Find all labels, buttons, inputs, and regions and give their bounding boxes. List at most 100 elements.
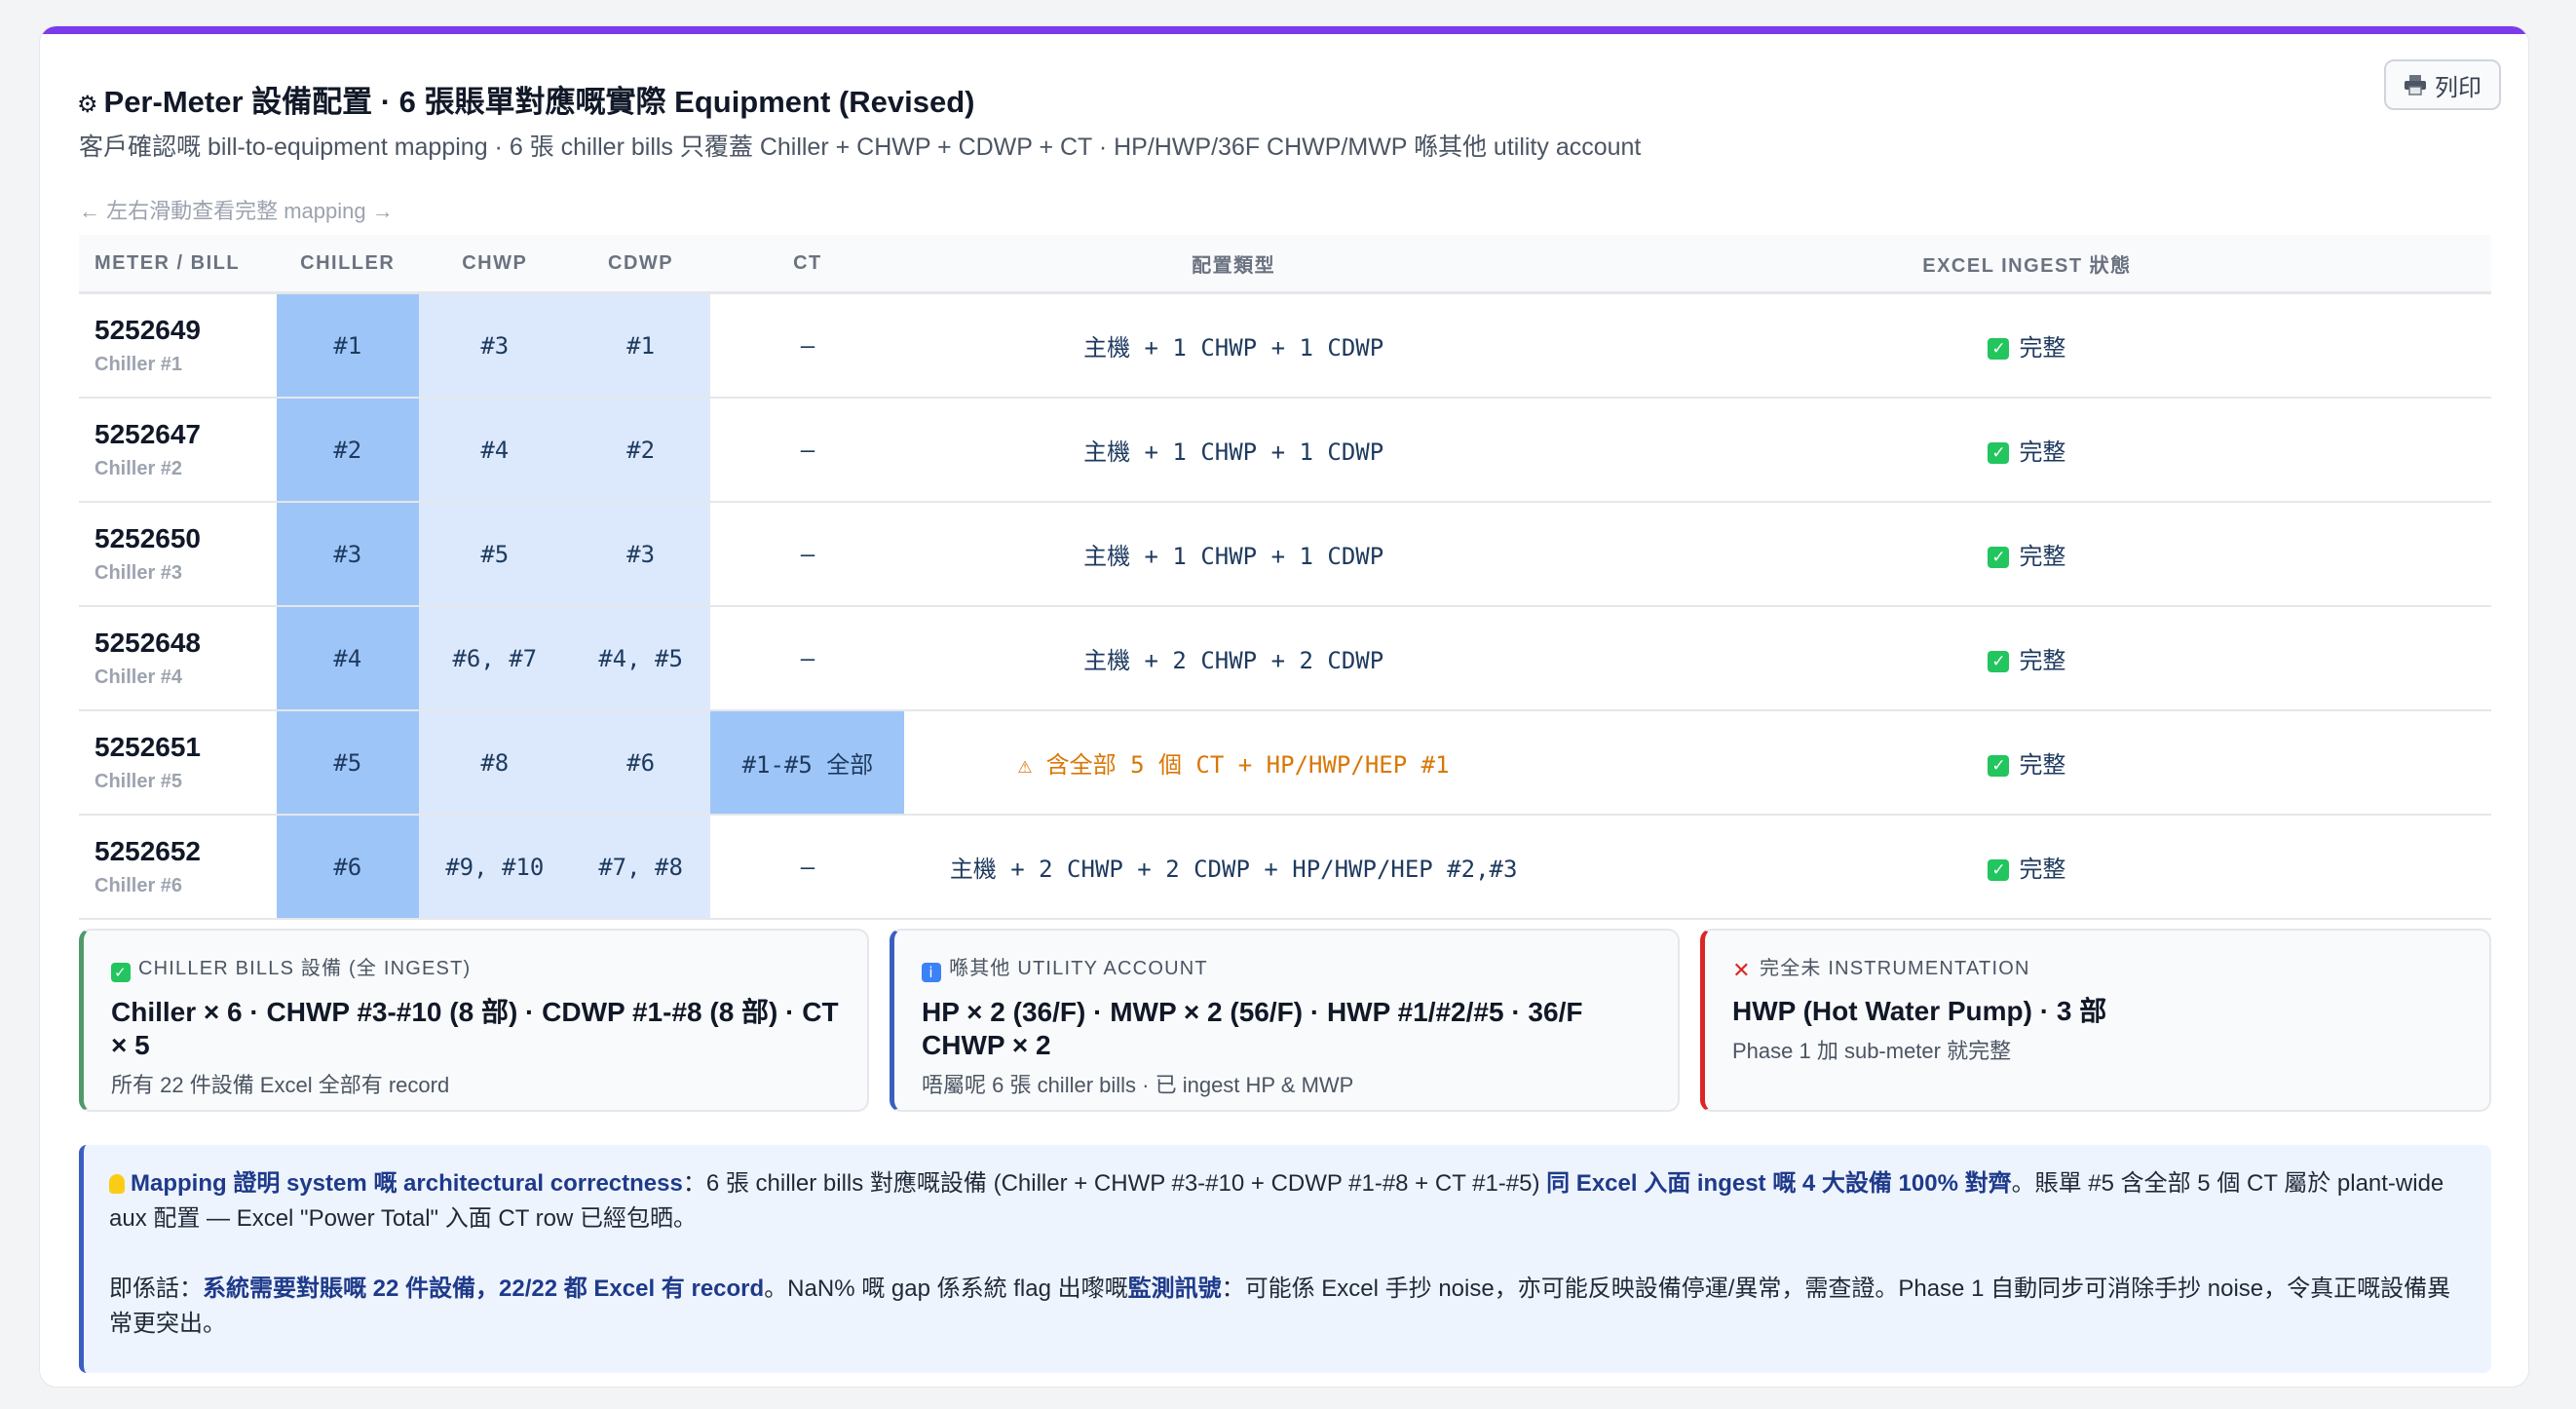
check-icon: ✓ — [1988, 859, 2010, 881]
meter-id: 5252647 — [95, 419, 202, 449]
status-label: 完整 — [2019, 334, 2066, 362]
insight-note: Mapping 證明 system 嘅 architectural correc… — [79, 1145, 2491, 1373]
cdwp-cell: #3 — [570, 502, 711, 607]
meter-label: Chiller #5 — [95, 771, 183, 792]
note-text-1: ：6 張 chiller bills 對應嘅設備 (Chiller + CHWP… — [682, 1170, 1547, 1197]
col-header-ct: CT — [710, 235, 905, 294]
status-label: 完整 — [2019, 647, 2066, 674]
chiller-cell: #6 — [276, 815, 419, 920]
legend-other-account: i 喺其他 UTILITY ACCOUNT HP × 2 (36/F) · MWP… — [890, 929, 1680, 1112]
ct-cell: — — [710, 606, 905, 711]
legend-none-head-text: 完全未 INSTRUMENTATION — [1760, 958, 2030, 979]
legend-ingested-head-text: CHILLER BILLS 設備 (全 INGEST) — [138, 958, 472, 979]
legend-no-instrumentation: ✕ 完全未 INSTRUMENTATION HWP (Hot Water Pump… — [1700, 929, 2491, 1112]
status-label: 完整 — [2019, 543, 2066, 570]
chwp-cell: #4 — [418, 398, 571, 503]
cdwp-cell: #1 — [570, 292, 711, 399]
cdwp-cell: #2 — [570, 398, 711, 503]
legend-ingested-head: ✓ CHILLER BILLS 設備 (全 INGEST) — [111, 952, 840, 982]
meter-cell: 5252647 Chiller #2 — [79, 398, 277, 503]
printer-icon — [2405, 75, 2426, 95]
note-bold-2: 同 Excel 入面 ingest 嘅 4 大設備 100% 對齊 — [1546, 1170, 2012, 1197]
config-cell: 主機 + 1 CHWP + 1 CDWP — [904, 398, 1563, 503]
config-cell-warning: ⚠ 含全部 5 個 CT + HP/HWP/HEP #1 — [904, 710, 1563, 816]
col-header-cdwp: CDWP — [570, 235, 711, 294]
mapping-table[interactable]: METER / BILL CHILLER CHWP CDWP CT 配置類型 E… — [79, 235, 2491, 920]
meter-cell: 5252650 Chiller #3 — [79, 502, 277, 607]
ct-cell: — — [710, 398, 905, 503]
table-row: 5252651 Chiller #5 #5 #8 #6 #1-#5 全部 ⚠ 含全… — [79, 710, 2491, 816]
meter-label: Chiller #1 — [95, 354, 183, 375]
meter-cell: 5252648 Chiller #4 — [79, 606, 277, 711]
legend-ingested: ✓ CHILLER BILLS 設備 (全 INGEST) Chiller × 6… — [79, 929, 869, 1112]
chwp-cell: #6, #7 — [418, 606, 571, 711]
check-icon: ✓ — [1988, 755, 2010, 777]
meter-cell: 5252649 Chiller #1 — [79, 292, 277, 399]
status-cell: ✓ 完整 — [1562, 502, 2491, 607]
status-label: 完整 — [2019, 751, 2066, 779]
config-cell: 主機 + 1 CHWP + 1 CDWP — [904, 502, 1563, 607]
status-cell: ✓ 完整 — [1562, 606, 2491, 711]
meter-cell: 5252652 Chiller #6 — [79, 815, 277, 920]
page-title: ⚙ Per-Meter 設備配置 · 6 張賬單對應嘅實際 Equipment (… — [77, 77, 974, 121]
ct-cell: #1-#5 全部 — [710, 710, 905, 816]
legend-other-head-text: 喺其他 UTILITY ACCOUNT — [949, 958, 1208, 979]
chwp-cell: #9, #10 — [418, 815, 571, 920]
col-header-meter: METER / BILL — [79, 235, 277, 294]
page-subtitle: 客戶確認嘅 bill-to-equipment mapping · 6 張 ch… — [79, 133, 1642, 161]
note-prefix: 即係話： — [109, 1276, 203, 1302]
table-row: 5252650 Chiller #3 #3 #5 #3 — 主機 + 1 CHWP… — [79, 502, 2491, 607]
legend-ingested-main: Chiller × 6 · CHWP #3-#10 (8 部) · CDWP #… — [111, 997, 839, 1060]
meter-id: 5252651 — [95, 732, 202, 762]
status-cell: ✓ 完整 — [1562, 292, 2491, 399]
check-icon: ✓ — [111, 963, 131, 982]
chiller-cell: #1 — [276, 292, 419, 399]
chiller-cell: #4 — [276, 606, 419, 711]
legend-other-head: i 喺其他 UTILITY ACCOUNT — [922, 952, 1650, 982]
legend-other-sub: 唔屬呢 6 張 chiller bills · 已 ingest HP & MW… — [922, 1073, 1354, 1097]
meter-id: 5252648 — [95, 628, 202, 658]
status-label: 完整 — [2019, 856, 2066, 883]
scroll-hint: ← 左右滑動查看完整 mapping → — [79, 199, 394, 223]
chwp-cell: #5 — [418, 502, 571, 607]
meter-label: Chiller #4 — [95, 666, 183, 688]
note-bold-3: 系統需要對賬嘅 22 件設備，22/22 都 Excel 有 record — [203, 1276, 765, 1302]
meter-label: Chiller #3 — [95, 562, 183, 584]
note-text-3: 。NaN% 嘅 gap 係系統 flag 出嚟嘅 — [764, 1276, 1128, 1302]
table-row: 5252649 Chiller #1 #1 #3 #1 — 主機 + 1 CHWP… — [79, 292, 2491, 399]
note-paragraph-1: Mapping 證明 system 嘅 architectural correc… — [109, 1166, 2466, 1237]
col-header-chiller: CHILLER — [276, 235, 419, 294]
legend-none-sub: Phase 1 加 sub-meter 就完整 — [1732, 1039, 2012, 1063]
table-row: 5252652 Chiller #6 #6 #9, #10 #7, #8 — 主機… — [79, 815, 2491, 920]
note-paragraph-2: 即係話：系統需要對賬嘅 22 件設備，22/22 都 Excel 有 recor… — [109, 1272, 2466, 1342]
status-cell: ✓ 完整 — [1562, 710, 2491, 816]
cdwp-cell: #4, #5 — [570, 606, 711, 711]
cdwp-cell: #6 — [570, 710, 711, 816]
cross-icon: ✕ — [1732, 959, 1752, 983]
ct-cell: — — [710, 502, 905, 607]
chiller-cell: #5 — [276, 710, 419, 816]
cdwp-cell: #7, #8 — [570, 815, 711, 920]
info-icon: i — [922, 963, 941, 982]
table-header-row: METER / BILL CHILLER CHWP CDWP CT 配置類型 E… — [79, 235, 2491, 294]
status-cell: ✓ 完整 — [1562, 398, 2491, 503]
chiller-cell: #2 — [276, 398, 419, 503]
config-cell: 主機 + 1 CHWP + 1 CDWP — [904, 292, 1563, 399]
print-button[interactable]: 列印 — [2384, 59, 2501, 110]
gear-icon: ⚙ — [77, 92, 98, 118]
meter-id: 5252649 — [95, 315, 202, 345]
equipment-mapping-card: ⚙ Per-Meter 設備配置 · 6 張賬單對應嘅實際 Equipment (… — [39, 25, 2529, 1388]
meter-label: Chiller #6 — [95, 875, 183, 896]
note-bold-1: Mapping 證明 system 嘅 architectural correc… — [131, 1170, 683, 1197]
chwp-cell: #8 — [418, 710, 571, 816]
page-title-text: Per-Meter 設備配置 · 6 張賬單對應嘅實際 Equipment (R… — [103, 85, 975, 119]
note-bold-4: 監測訊號 — [1127, 1276, 1222, 1302]
legend-none-main: HWP (Hot Water Pump) · 3 部 — [1732, 996, 2107, 1026]
ct-cell: — — [710, 815, 905, 920]
table-row: 5252648 Chiller #4 #4 #6, #7 #4, #5 — 主機 … — [79, 606, 2491, 711]
check-icon: ✓ — [1988, 547, 2010, 568]
config-cell: 主機 + 2 CHWP + 2 CDWP — [904, 606, 1563, 711]
check-icon: ✓ — [1988, 338, 2010, 360]
meter-label: Chiller #2 — [95, 458, 183, 479]
legend-other-main: HP × 2 (36/F) · MWP × 2 (56/F) · HWP #1/… — [922, 997, 1583, 1060]
